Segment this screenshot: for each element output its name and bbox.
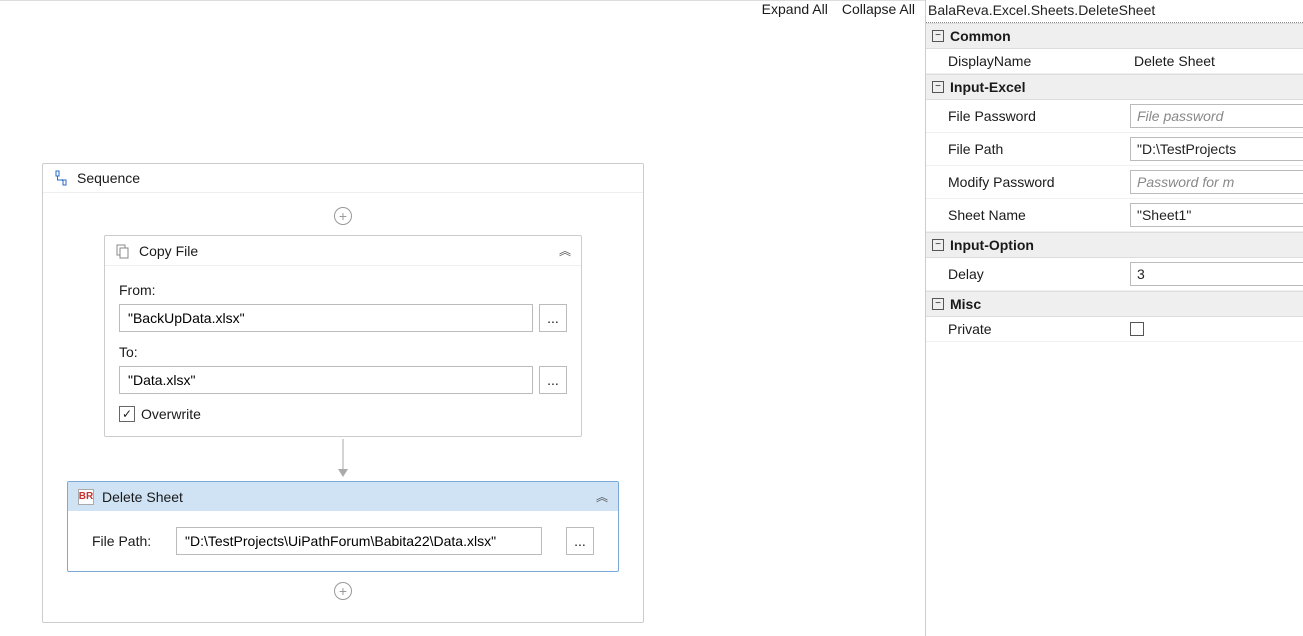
private-checkbox[interactable] <box>1130 322 1144 336</box>
delete-sheet-header: BR Delete Sheet ︽ <box>68 482 618 511</box>
category-misc[interactable]: − Misc <box>926 291 1303 317</box>
category-input-excel[interactable]: − Input-Excel <box>926 74 1303 100</box>
flow-arrow <box>43 439 643 479</box>
prop-private[interactable]: Private <box>926 317 1303 342</box>
overwrite-checkbox[interactable]: ✓ <box>119 406 135 422</box>
properties-breadcrumb: BalaReva.Excel.Sheets.DeleteSheet <box>926 0 1303 23</box>
collapse-toggle-icon[interactable]: − <box>932 81 944 93</box>
displayname-value[interactable]: Delete Sheet <box>1130 53 1215 69</box>
add-activity-button-bottom[interactable]: + <box>334 582 352 600</box>
collapse-toggle-icon[interactable]: − <box>932 298 944 310</box>
overwrite-label: Overwrite <box>141 406 201 422</box>
properties-panel: BalaReva.Excel.Sheets.DeleteSheet − Comm… <box>925 0 1303 636</box>
filepath-label: File Path: <box>92 533 152 549</box>
to-browse-button[interactable]: ... <box>539 366 567 394</box>
file-password-label: File Password <box>948 108 1130 124</box>
modify-password-input[interactable] <box>1130 170 1303 194</box>
sheet-name-input[interactable] <box>1130 203 1303 227</box>
category-label: Input-Excel <box>950 79 1025 95</box>
displayname-label: DisplayName <box>948 53 1130 69</box>
expand-all-button[interactable]: Expand All <box>762 1 828 17</box>
copy-file-header: Copy File ︽ <box>105 236 581 266</box>
modify-password-label: Modify Password <box>948 174 1130 190</box>
collapse-all-button[interactable]: Collapse All <box>842 1 915 17</box>
collapse-toggle-icon[interactable]: − <box>932 30 944 42</box>
file-path-input[interactable] <box>1130 137 1303 161</box>
category-label: Input-Option <box>950 237 1034 253</box>
copy-file-body: From: ... To: ... ✓ Overwrite <box>105 266 581 436</box>
to-input[interactable] <box>119 366 533 394</box>
filepath-browse-button[interactable]: ... <box>566 527 594 555</box>
add-activity-button-top[interactable]: + <box>334 207 352 225</box>
prop-delay[interactable]: Delay ... <box>926 258 1303 291</box>
prop-modify-password[interactable]: Modify Password ... <box>926 166 1303 199</box>
copy-file-icon <box>115 243 131 259</box>
prop-file-path[interactable]: File Path ... <box>926 133 1303 166</box>
sequence-title: Sequence <box>77 170 140 186</box>
delay-label: Delay <box>948 266 1130 282</box>
sequence-activity[interactable]: Sequence + Copy File ︽ From: <box>42 163 644 623</box>
to-label: To: <box>119 344 567 360</box>
delete-sheet-title: Delete Sheet <box>102 489 183 505</box>
delete-sheet-activity[interactable]: BR Delete Sheet ︽ File Path: ... <box>67 481 619 572</box>
collapse-icon[interactable]: ︽ <box>596 488 608 505</box>
filepath-input[interactable] <box>176 527 542 555</box>
prop-displayname[interactable]: DisplayName Delete Sheet <box>926 49 1303 74</box>
private-label: Private <box>948 321 1130 337</box>
collapse-icon[interactable]: ︽ <box>559 242 571 259</box>
delay-input[interactable] <box>1130 262 1303 286</box>
sequence-body: + Copy File ︽ From: ... <box>43 193 643 622</box>
prop-file-password[interactable]: File Password ... <box>926 100 1303 133</box>
from-browse-button[interactable]: ... <box>539 304 567 332</box>
collapse-toggle-icon[interactable]: − <box>932 239 944 251</box>
delete-sheet-body: File Path: ... <box>68 511 618 571</box>
from-label: From: <box>119 282 567 298</box>
file-path-label: File Path <box>948 141 1130 157</box>
sequence-header: Sequence <box>43 164 643 193</box>
category-input-option[interactable]: − Input-Option <box>926 232 1303 258</box>
prop-sheet-name[interactable]: Sheet Name ... <box>926 199 1303 232</box>
sequence-icon <box>53 170 69 186</box>
file-password-input[interactable] <box>1130 104 1303 128</box>
category-label: Misc <box>950 296 981 312</box>
sheet-name-label: Sheet Name <box>948 207 1130 223</box>
balareva-icon: BR <box>78 489 94 505</box>
copy-file-title: Copy File <box>139 243 198 259</box>
designer-canvas: Expand All Collapse All Sequence + Copy … <box>0 0 925 636</box>
category-label: Common <box>950 28 1011 44</box>
category-common[interactable]: − Common <box>926 23 1303 49</box>
overwrite-row[interactable]: ✓ Overwrite <box>119 406 567 422</box>
copy-file-activity[interactable]: Copy File ︽ From: ... To: ... <box>104 235 582 437</box>
from-input[interactable] <box>119 304 533 332</box>
canvas-toolbar: Expand All Collapse All <box>0 1 925 23</box>
